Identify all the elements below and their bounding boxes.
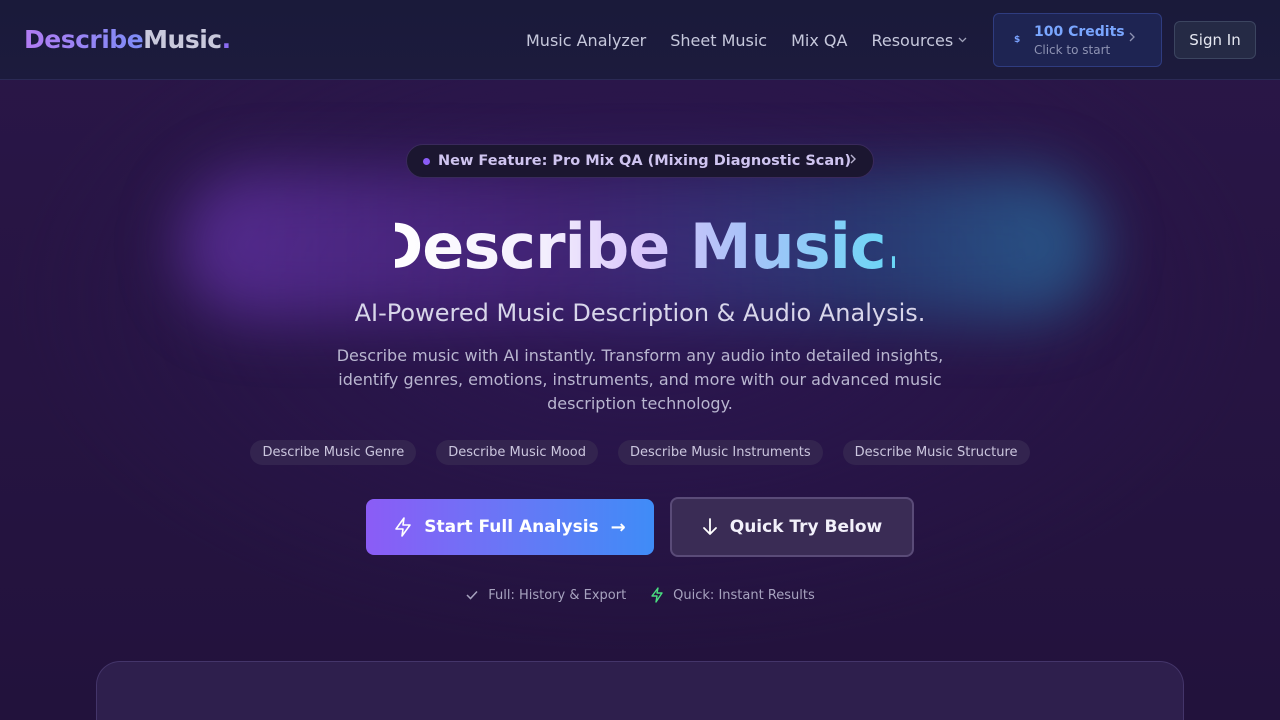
chevron-right-icon [849, 152, 857, 170]
check-icon [465, 589, 479, 601]
credits-amount: 100 Credits [1034, 24, 1125, 40]
hero-description: Describe music with AI instantly. Transf… [336, 346, 944, 413]
start-full-analysis-button[interactable]: Start Full Analysis → [366, 499, 654, 555]
credits-button[interactable]: $ 100 Credits Click to start [993, 13, 1162, 67]
quick-try-below-label: Quick Try Below [729, 517, 883, 537]
credits-subtitle: Click to start [1034, 43, 1111, 57]
sign-in-button[interactable]: Sign In [1174, 21, 1256, 59]
tag-instruments[interactable]: Describe Music Instruments [617, 440, 823, 465]
hero-title: Describe Music. [0, 208, 1280, 286]
new-feature-banner[interactable]: New Feature: Pro Mix QA (Mixing Diagnost… [406, 144, 874, 178]
logo-part-music: Music [143, 25, 222, 54]
arrow-down-icon [702, 517, 718, 537]
feature-highlights: Full: History & Export Quick: Instant Re… [0, 587, 1280, 603]
top-navbar: DescribeMusic. Music Analyzer Sheet Musi… [0, 0, 1280, 80]
tag-genre[interactable]: Describe Music Genre [250, 440, 417, 465]
lightning-icon [394, 517, 412, 537]
feature-tags: Describe Music Genre Describe Music Mood… [0, 440, 1280, 465]
hero-subtitle: AI-Powered Music Description & Audio Ana… [354, 299, 926, 327]
status-dot-icon [423, 157, 430, 165]
feature-history-export-label: Full: History & Export [488, 587, 627, 603]
nav-dropdown-resources[interactable]: Resources [871, 31, 967, 50]
feature-history-export: Full: History & Export [465, 588, 626, 603]
nav-link-music-analyzer[interactable]: Music Analyzer [526, 31, 646, 50]
main-nav: Music Analyzer Sheet Music Mix QA Resour… [526, 28, 991, 52]
dollar-icon: $ [1014, 35, 1021, 45]
chevron-right-icon [1128, 31, 1136, 47]
analysis-card-panel [96, 661, 1184, 720]
feature-instant-results-label: Quick: Instant Results [673, 587, 815, 603]
arrow-right-icon: → [610, 516, 626, 538]
nav-link-resources-label: Resources [871, 30, 954, 50]
feature-instant-results: Quick: Instant Results [650, 587, 815, 603]
logo-part-describe: Describe [24, 25, 144, 54]
lightning-icon [650, 587, 664, 603]
tag-structure[interactable]: Describe Music Structure [842, 440, 1030, 465]
chevron-down-icon [958, 35, 967, 46]
start-full-analysis-label: Start Full Analysis [424, 517, 599, 537]
nav-link-sheet-music[interactable]: Sheet Music [670, 31, 767, 50]
logo-dot: . [221, 25, 232, 54]
quick-try-below-button[interactable]: Quick Try Below [670, 497, 914, 557]
site-logo[interactable]: DescribeMusic. [24, 24, 231, 56]
nav-link-mix-qa[interactable]: Mix QA [791, 31, 847, 50]
new-feature-text: New Feature: Pro Mix QA (Mixing Diagnost… [438, 153, 852, 169]
tag-mood[interactable]: Describe Music Mood [436, 440, 598, 465]
